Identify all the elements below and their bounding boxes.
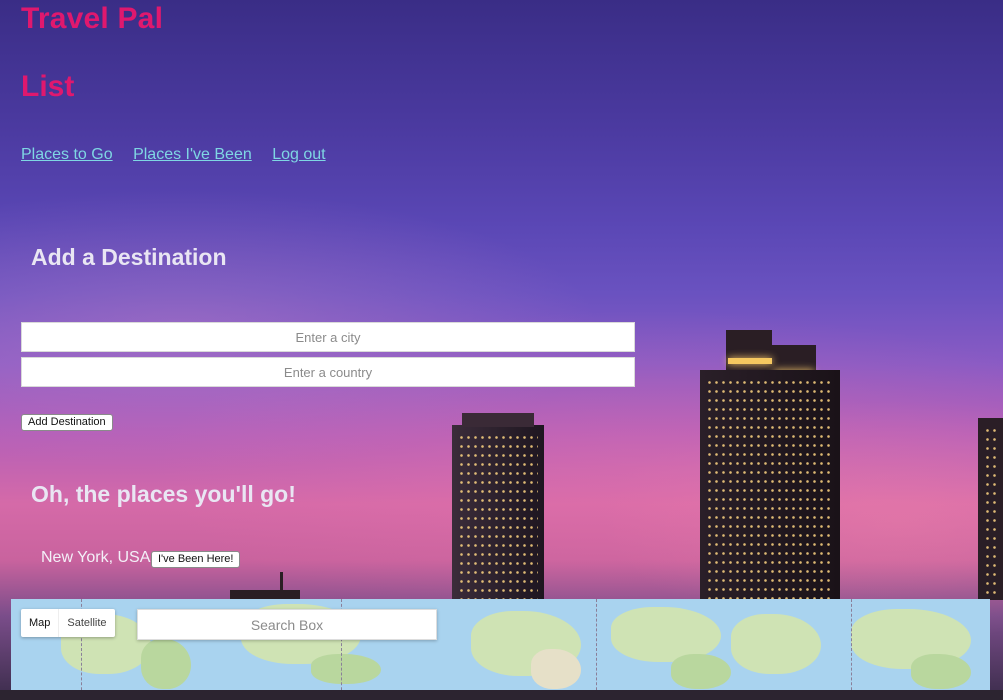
page-title: List [21, 70, 75, 103]
timezone-line [596, 599, 597, 700]
map-land [731, 614, 821, 674]
map-land [911, 654, 971, 689]
city-input[interactable] [21, 322, 635, 352]
add-destination-button[interactable]: Add Destination [21, 414, 113, 431]
been-here-button[interactable]: I've Been Here! [151, 551, 241, 568]
nav-link-places-been[interactable]: Places I've Been [133, 146, 252, 164]
country-input[interactable] [21, 357, 635, 387]
add-destination-heading: Add a Destination [31, 244, 227, 270]
main-nav: Places to Go Places I've Been Log out [21, 146, 342, 164]
map-land [531, 649, 581, 689]
list-item: New York, USA [41, 549, 151, 566]
map-land [671, 654, 731, 689]
map-footer [0, 690, 1003, 700]
nav-link-log-out[interactable]: Log out [272, 146, 325, 164]
nav-link-places-to-go[interactable]: Places to Go [21, 146, 113, 164]
map-land [141, 639, 191, 689]
map-type-control: Map Satellite [21, 609, 115, 637]
map-type-map-button[interactable]: Map [21, 609, 58, 637]
timezone-line [851, 599, 852, 700]
places-heading: Oh, the places you'll go! [31, 481, 296, 507]
map-type-satellite-button[interactable]: Satellite [58, 609, 114, 637]
page-content: Travel Pal List Places to Go Places I've… [0, 0, 1003, 700]
map-search-input[interactable] [137, 609, 437, 640]
brand-title: Travel Pal [21, 2, 164, 35]
map-land [311, 654, 381, 684]
